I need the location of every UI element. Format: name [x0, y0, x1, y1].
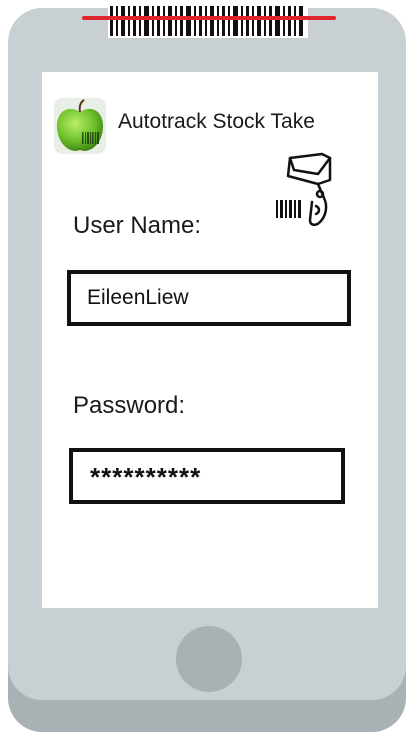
apple-barcode-logo-icon	[54, 98, 106, 154]
username-label: User Name:	[73, 212, 202, 239]
username-input[interactable]: EileenLiew	[67, 270, 351, 326]
barcode-icon	[108, 4, 308, 38]
app-title: Autotrack Stock Take	[118, 110, 315, 133]
home-button[interactable]	[176, 626, 242, 692]
barcode-scanner-icon	[276, 152, 332, 226]
password-input[interactable]: **********	[69, 448, 345, 504]
password-label: Password:	[73, 392, 186, 419]
scan-line	[82, 16, 336, 20]
phone-screen: Autotrack Stock Take User Name: EileenLi…	[42, 72, 378, 608]
